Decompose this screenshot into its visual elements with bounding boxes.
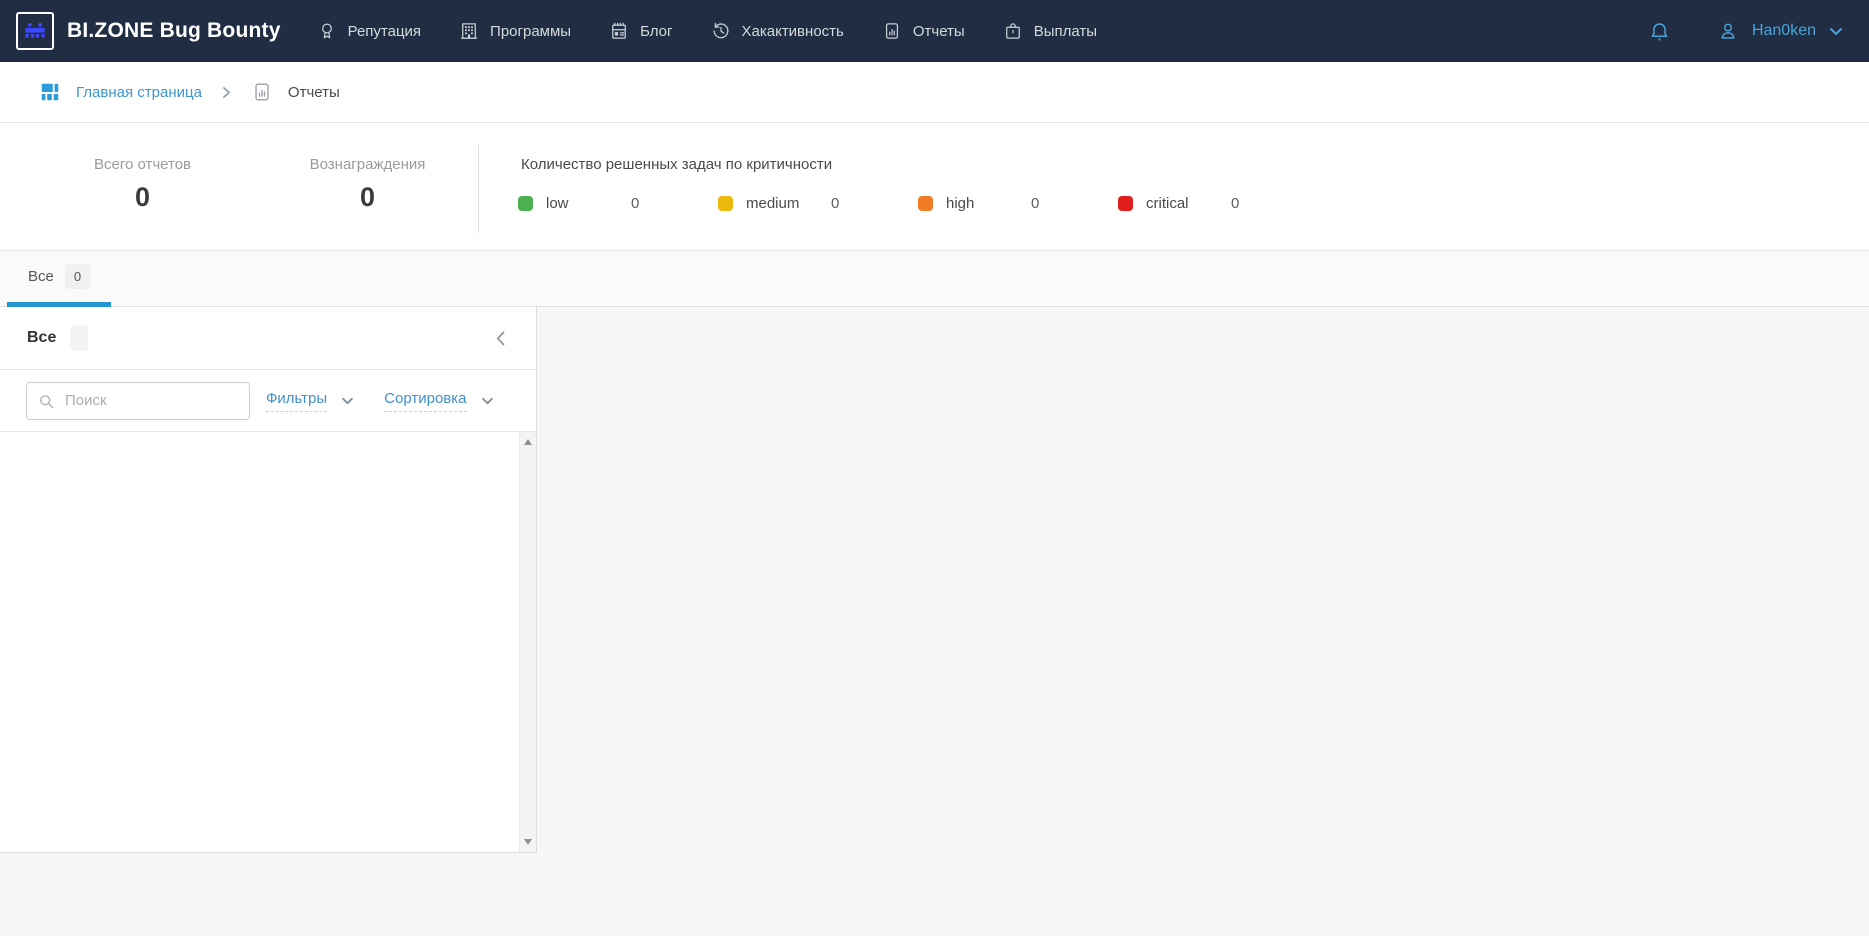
stats-bar: Всего отчетов 0 Вознаграждения 0 Количес…: [0, 123, 1869, 251]
legend-item-medium: medium 0: [718, 195, 918, 212]
legend-label: medium: [746, 195, 831, 212]
chevron-right-icon: [222, 86, 231, 99]
panel-title: Все: [27, 329, 56, 347]
nav-item-payouts[interactable]: Выплаты: [1003, 21, 1097, 41]
legend-item-low: low 0: [518, 195, 718, 212]
filters-label: Фильтры: [266, 390, 327, 412]
sort-dropdown[interactable]: Сортировка: [384, 390, 493, 412]
filters-dropdown[interactable]: Фильтры: [266, 390, 354, 412]
brand-home-link[interactable]: BI.ZONE Bug Bounty: [16, 12, 281, 50]
tab-label: Все: [28, 268, 54, 285]
briefcase-icon: [1003, 21, 1023, 41]
severity-swatch-critical: [1118, 196, 1133, 211]
stat-value: 0: [265, 182, 470, 213]
medal-icon: [317, 21, 337, 41]
scroll-up-icon[interactable]: [524, 439, 532, 445]
stat-label: Вознаграждения: [265, 156, 470, 173]
nav-item-reputation[interactable]: Репутация: [317, 21, 421, 41]
scroll-down-icon[interactable]: [524, 839, 532, 845]
stat-total-reports: Всего отчетов 0: [40, 156, 245, 213]
user-icon: [1717, 20, 1739, 42]
chevron-down-icon: [481, 397, 494, 405]
chevron-down-icon: [341, 397, 354, 405]
legend-value: 0: [631, 195, 639, 212]
bizone-logo-icon: [16, 12, 54, 50]
top-navbar: BI.ZONE Bug Bounty Репутация Программы: [0, 0, 1869, 62]
vertical-divider: [478, 145, 479, 233]
severity-legend: low 0 medium 0 high 0 critical 0: [518, 195, 1318, 212]
nav-item-label: Выплаты: [1034, 23, 1097, 40]
search-box: [26, 382, 250, 420]
breadcrumb-home-label: Главная страница: [76, 84, 202, 101]
breadcrumb: Главная страница Отчеты: [0, 62, 1869, 123]
nav-item-label: Отчеты: [913, 23, 965, 40]
app-root: BI.ZONE Bug Bounty Репутация Программы: [0, 0, 1869, 936]
user-name: Han0ken: [1752, 22, 1816, 40]
breadcrumb-current-label: Отчеты: [288, 84, 340, 101]
building-icon: [459, 21, 479, 41]
search-icon: [38, 393, 55, 410]
breadcrumb-current: Отчеты: [251, 81, 340, 103]
stat-label: Всего отчетов: [40, 156, 245, 173]
history-icon: [711, 21, 731, 41]
filter-row: Фильтры Сортировка: [0, 370, 536, 432]
severity-swatch-low: [518, 196, 533, 211]
report-icon: [882, 21, 902, 41]
breadcrumb-home[interactable]: Главная страница: [39, 81, 202, 103]
collapse-panel-button[interactable]: [492, 327, 509, 350]
tab-all[interactable]: Все 0: [7, 251, 111, 307]
stat-value: 0: [40, 182, 245, 213]
brand-title: BI.ZONE Bug Bounty: [67, 19, 281, 43]
nav-item-hackactivity[interactable]: Хакактивность: [711, 21, 844, 41]
chevron-down-icon: [1829, 27, 1843, 36]
nav-item-programs[interactable]: Программы: [459, 21, 571, 41]
legend-label: low: [546, 195, 631, 212]
report-icon: [251, 81, 273, 103]
main-content: Все Фильтры: [0, 307, 1869, 936]
search-input[interactable]: [26, 382, 250, 420]
severity-swatch-medium: [718, 196, 733, 211]
navbar-right: Han0ken: [1648, 20, 1843, 43]
panel-header: Все: [0, 307, 536, 370]
notebook-icon: [609, 21, 629, 41]
stat-rewards: Вознаграждения 0: [265, 156, 470, 213]
legend-value: 0: [1031, 195, 1039, 212]
bell-icon[interactable]: [1648, 20, 1671, 43]
nav-item-label: Блог: [640, 23, 672, 40]
legend-item-high: high 0: [918, 195, 1118, 212]
tab-strip: Все 0: [0, 251, 1869, 307]
legend-label: critical: [1146, 195, 1231, 212]
legend-item-critical: critical 0: [1118, 195, 1318, 212]
nav-item-label: Хакактивность: [742, 23, 844, 40]
reports-list-panel: Все Фильтры: [0, 307, 537, 853]
legend-value: 0: [1231, 195, 1239, 212]
nav-item-blog[interactable]: Блог: [609, 21, 672, 41]
severity-swatch-high: [918, 196, 933, 211]
user-menu[interactable]: Han0ken: [1717, 20, 1843, 42]
severity-title: Количество решенных задач по критичности: [521, 156, 832, 173]
panel-count-badge: [70, 325, 88, 351]
nav-item-reports[interactable]: Отчеты: [882, 21, 965, 41]
main-menu: Репутация Программы Блог: [317, 21, 1097, 41]
nav-item-label: Программы: [490, 23, 571, 40]
legend-value: 0: [831, 195, 839, 212]
scrollbar[interactable]: [519, 432, 536, 852]
reports-list: [0, 432, 536, 852]
tab-count-badge: 0: [65, 264, 90, 289]
nav-item-label: Репутация: [348, 23, 421, 40]
sort-label: Сортировка: [384, 390, 466, 412]
dashboard-icon: [39, 81, 61, 103]
legend-label: high: [946, 195, 1031, 212]
